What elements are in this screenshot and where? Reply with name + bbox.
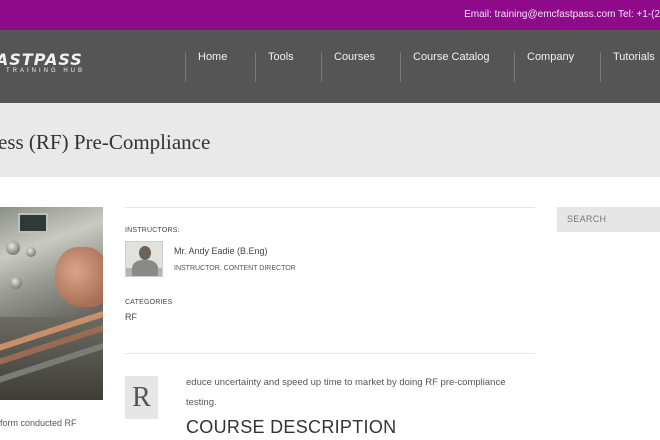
nav-label: Home [198, 51, 228, 63]
categories-label: CATEGORIES [125, 299, 173, 306]
instructor-avatar[interactable] [125, 241, 163, 277]
page-title: ess (RF) Pre-Compliance [0, 130, 211, 154]
nav-item-home[interactable]: Home [185, 51, 228, 82]
page-title-band: ess (RF) Pre-Compliance [0, 103, 660, 177]
site-logo[interactable]: FASTPASS TRAINING HUB [0, 50, 85, 74]
nav-item-tools[interactable]: Tools [255, 51, 294, 82]
top-contact-bar: Email: training@emcfastpass.com Tel: +1-… [0, 0, 660, 30]
divider [125, 353, 535, 354]
logo-name: FASTPASS [0, 50, 83, 69]
nav-item-tutorials[interactable]: Tutorials [600, 51, 655, 82]
course-description-heading: COURSE DESCRIPTION [186, 417, 397, 437]
dropcap: R [125, 376, 158, 419]
nav-label: Course Catalog [413, 51, 490, 63]
instructor-name-link[interactable]: Mr. Andy Eadie (B.Eng) [174, 246, 268, 256]
contact-info: Email: training@emcfastpass.com Tel: +1-… [464, 9, 660, 20]
nav-item-courses[interactable]: Courses [321, 51, 375, 82]
nav-label: Tutorials [613, 51, 655, 63]
search-input[interactable]: SEARCH [557, 207, 660, 232]
course-intro: educe uncertainty and speed up time to m… [186, 377, 506, 408]
logo-tagline: TRAINING HUB [6, 68, 86, 74]
instructor-role: INSTRUCTOR, CONTENT DIRECTOR [174, 265, 296, 272]
divider [125, 207, 535, 208]
nav-item-company[interactable]: Company [514, 51, 575, 82]
search-placeholder: SEARCH [567, 214, 607, 224]
instructors-label: INSTRUCTORS: [125, 227, 180, 234]
nav-label: Courses [334, 51, 375, 63]
category-link[interactable]: RF [125, 312, 137, 322]
course-image [0, 207, 103, 400]
main-navbar: FASTPASS TRAINING HUB Home Tools Courses… [0, 30, 660, 103]
nav-item-course-catalog[interactable]: Course Catalog [400, 51, 490, 82]
course-excerpt: form conducted RF [0, 418, 77, 428]
nav-label: Tools [268, 51, 294, 63]
nav-label: Company [527, 51, 575, 63]
